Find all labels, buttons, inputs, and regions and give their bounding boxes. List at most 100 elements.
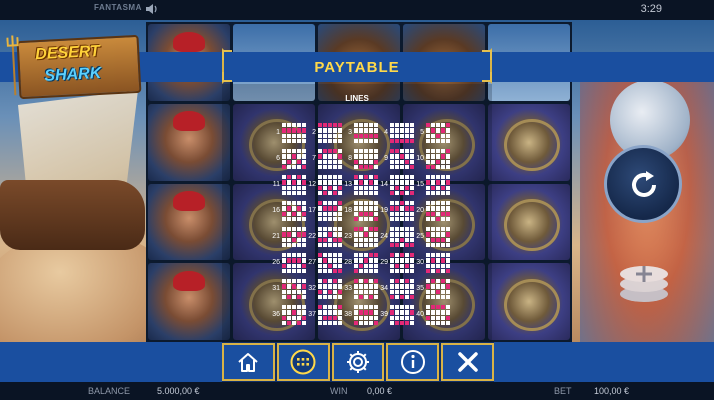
payline-cell bbox=[395, 123, 399, 128]
payline-cell-active bbox=[292, 258, 296, 263]
logo-line-1: DESERT bbox=[34, 42, 101, 64]
payline-number: 8 bbox=[348, 155, 352, 162]
payline-cell-active bbox=[410, 253, 414, 258]
trident-icon bbox=[6, 35, 19, 96]
payline-pattern bbox=[354, 227, 378, 247]
payline-cell bbox=[431, 201, 435, 206]
payline-cell-active bbox=[400, 253, 404, 258]
payline-cell-active bbox=[446, 315, 450, 320]
payline-cell bbox=[369, 284, 373, 289]
payline-cell-active bbox=[282, 284, 286, 289]
payline-cell-active bbox=[395, 138, 399, 143]
payline-cell bbox=[297, 242, 301, 247]
payline-cell bbox=[328, 242, 332, 247]
payline-cell bbox=[323, 175, 327, 180]
payline-pattern bbox=[390, 201, 414, 221]
payline-cell bbox=[390, 164, 394, 169]
payline-cell bbox=[410, 237, 414, 242]
payline-cell bbox=[405, 164, 409, 169]
close-button[interactable] bbox=[441, 343, 494, 381]
payline-cell-active bbox=[446, 232, 450, 237]
coin-stack-button[interactable] bbox=[615, 250, 673, 308]
payline-cell bbox=[374, 149, 378, 154]
payline-cell bbox=[354, 289, 358, 294]
payline-24: 24 bbox=[379, 225, 415, 253]
payline-cell bbox=[390, 279, 394, 284]
payline-number: 12 bbox=[308, 181, 316, 188]
payline-cell bbox=[374, 138, 378, 143]
payline-cell bbox=[446, 138, 450, 143]
payline-cell bbox=[338, 258, 342, 263]
payline-pattern bbox=[318, 305, 342, 325]
payline-cell bbox=[400, 123, 404, 128]
payline-cell bbox=[282, 175, 286, 180]
payline-cell bbox=[323, 201, 327, 206]
payline-cell bbox=[328, 268, 332, 273]
spin-arrow-icon bbox=[632, 171, 656, 197]
payline-cell-active bbox=[441, 128, 445, 133]
payline-cell bbox=[318, 279, 322, 284]
payline-cell bbox=[410, 180, 414, 185]
home-button[interactable] bbox=[222, 343, 275, 381]
payline-cell bbox=[431, 149, 435, 154]
payline-cell-active bbox=[333, 315, 337, 320]
payline-cell bbox=[374, 263, 378, 268]
payline-cell bbox=[426, 294, 430, 299]
paytable-button[interactable] bbox=[276, 343, 330, 381]
payline-cell-active bbox=[436, 159, 440, 164]
payline-cell bbox=[282, 253, 286, 258]
payline-cell bbox=[446, 320, 450, 325]
speaker-icon[interactable] bbox=[144, 2, 158, 16]
payline-cell-active bbox=[369, 294, 373, 299]
payline-cell-active bbox=[287, 320, 291, 325]
payline-cell-active bbox=[426, 232, 430, 237]
payline-cell-active bbox=[302, 263, 306, 268]
spin-button[interactable] bbox=[604, 145, 682, 223]
payline-cell bbox=[302, 216, 306, 221]
payline-cell bbox=[282, 123, 286, 128]
payline-cell-active bbox=[390, 149, 394, 154]
payline-cell bbox=[318, 227, 322, 232]
payline-cell bbox=[338, 284, 342, 289]
payline-cell bbox=[395, 268, 399, 273]
payline-cell bbox=[436, 149, 440, 154]
payline-cell bbox=[287, 164, 291, 169]
payline-cell bbox=[431, 180, 435, 185]
payline-cell bbox=[297, 305, 301, 310]
settings-button[interactable] bbox=[331, 343, 385, 381]
payline-pattern bbox=[354, 175, 378, 195]
payline-cell bbox=[410, 201, 414, 206]
payline-cell-active bbox=[323, 279, 327, 284]
payline-18: 18 bbox=[343, 199, 379, 227]
payline-cell-active bbox=[282, 128, 286, 133]
payline-cell bbox=[431, 320, 435, 325]
payline-cell bbox=[292, 253, 296, 258]
payline-cell bbox=[338, 133, 342, 138]
payline-number: 36 bbox=[272, 311, 280, 318]
payline-cell bbox=[282, 138, 286, 143]
payline-cell bbox=[374, 164, 378, 169]
payline-cell bbox=[297, 253, 301, 258]
payline-cell bbox=[287, 133, 291, 138]
payline-cell bbox=[287, 268, 291, 273]
payline-cell bbox=[400, 164, 404, 169]
payline-cell bbox=[354, 310, 358, 315]
payline-cell bbox=[400, 206, 404, 211]
payline-cell bbox=[374, 128, 378, 133]
info-button[interactable] bbox=[386, 343, 440, 381]
payline-cell-active bbox=[400, 237, 404, 242]
payline-37: 37 bbox=[307, 303, 343, 331]
payline-cell bbox=[323, 242, 327, 247]
payline-cell-active bbox=[328, 206, 332, 211]
payline-cell bbox=[390, 227, 394, 232]
payline-cell-active bbox=[318, 237, 322, 242]
payline-cell-active bbox=[354, 268, 358, 273]
payline-cell bbox=[431, 123, 435, 128]
payline-cell-active bbox=[431, 185, 435, 190]
payline-cell bbox=[328, 180, 332, 185]
payline-number: 4 bbox=[384, 129, 388, 136]
payline-cell bbox=[395, 284, 399, 289]
payline-cell-active bbox=[359, 310, 363, 315]
payline-cell-active bbox=[410, 190, 414, 195]
payline-cell bbox=[333, 180, 337, 185]
